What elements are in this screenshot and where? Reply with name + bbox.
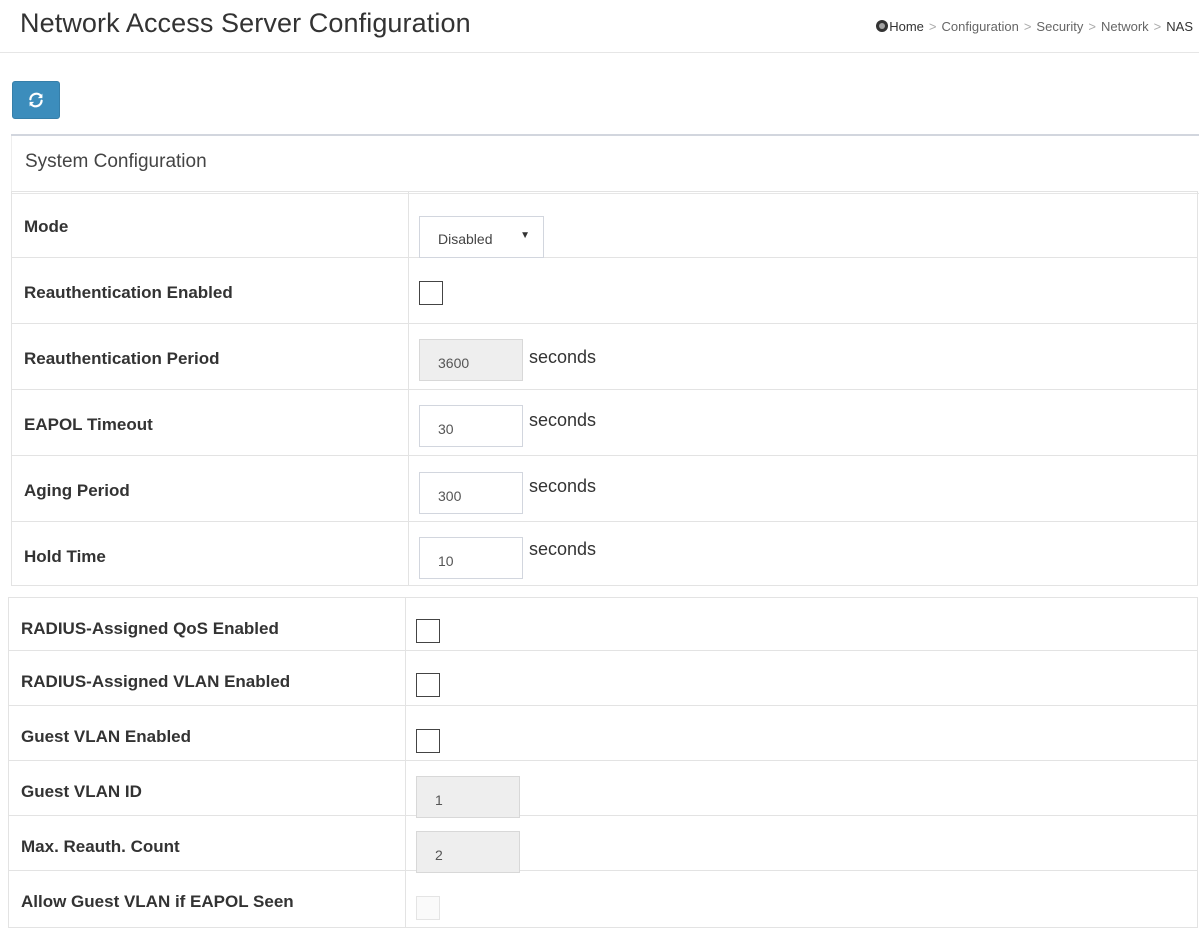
- max-reauth-input: 2: [416, 831, 520, 873]
- reauth-enabled-checkbox[interactable]: [419, 281, 443, 305]
- breadcrumb-separator: >: [1153, 19, 1162, 34]
- breadcrumb-security[interactable]: Security: [1036, 19, 1083, 34]
- guest-vlan-enabled-checkbox[interactable]: [416, 729, 440, 753]
- breadcrumb-separator: >: [1088, 19, 1096, 34]
- reauth-period-label: Reauthentication Period: [24, 349, 220, 368]
- guest-vlan-id-input: 1: [416, 776, 520, 818]
- top-bar: Network Access Server Configuration Home…: [0, 0, 1199, 53]
- chevron-down-icon: ▼: [520, 230, 530, 241]
- hold-time-input[interactable]: 10: [419, 537, 523, 579]
- radius-qos-row: RADIUS-Assigned QoS Enabled: [8, 597, 1198, 651]
- allow-guest-eapol-checkbox: [416, 896, 440, 920]
- guest-vlan-id-label: Guest VLAN ID: [21, 782, 142, 801]
- radius-qos-label: RADIUS-Assigned QoS Enabled: [21, 619, 279, 638]
- reauth-enabled-label: Reauthentication Enabled: [24, 283, 233, 302]
- mode-select-value: Disabled: [438, 231, 493, 247]
- breadcrumb-home[interactable]: Home: [889, 19, 924, 34]
- refresh-icon: [29, 92, 43, 108]
- mode-select[interactable]: Disabled ▼: [419, 216, 544, 258]
- system-config-table: Mode Disabled ▼ Reauthentication Enabled…: [11, 191, 1198, 586]
- radius-qos-checkbox[interactable]: [416, 619, 440, 643]
- breadcrumb-nas: NAS: [1166, 19, 1193, 34]
- aging-period-unit: seconds: [529, 476, 597, 496]
- reauth-enabled-row: Reauthentication Enabled: [11, 257, 1198, 324]
- radius-vlan-row: RADIUS-Assigned VLAN Enabled: [8, 650, 1198, 706]
- reauth-period-unit: seconds: [529, 347, 597, 367]
- breadcrumb-configuration[interactable]: Configuration: [942, 19, 1019, 34]
- allow-guest-eapol-label: Allow Guest VLAN if EAPOL Seen: [21, 892, 294, 911]
- max-reauth-label: Max. Reauth. Count: [21, 837, 180, 856]
- radius-vlan-label: RADIUS-Assigned VLAN Enabled: [21, 672, 291, 691]
- aging-period-row: Aging Period 300 seconds: [11, 455, 1198, 522]
- aging-period-label: Aging Period: [24, 481, 130, 500]
- panel-title: System Configuration: [25, 151, 207, 172]
- eapol-timeout-input[interactable]: 30: [419, 405, 523, 447]
- refresh-button[interactable]: [12, 81, 60, 119]
- guest-vlan-enabled-row: Guest VLAN Enabled: [8, 705, 1198, 761]
- guest-vlan-id-row: Guest VLAN ID 1: [8, 760, 1198, 818]
- eapol-timeout-unit: seconds: [529, 410, 597, 430]
- eapol-timeout-row: EAPOL Timeout 30 seconds: [11, 389, 1198, 456]
- reauth-period-row: Reauthentication Period 3600 seconds: [11, 323, 1198, 390]
- breadcrumb-separator: >: [928, 19, 937, 34]
- aging-period-input[interactable]: 300: [419, 472, 523, 514]
- mode-label: Mode: [24, 217, 69, 236]
- breadcrumb-network[interactable]: Network: [1101, 19, 1149, 34]
- mode-row: Mode Disabled ▼: [11, 191, 1198, 258]
- hold-time-row: Hold Time 10 seconds: [11, 521, 1198, 586]
- breadcrumb-separator: >: [1023, 19, 1032, 34]
- home-icon: [876, 20, 889, 32]
- reauth-period-input: 3600: [419, 339, 523, 381]
- hold-time-unit: seconds: [529, 539, 597, 559]
- page-title: Network Access Server Configuration: [20, 8, 471, 38]
- hold-time-label: Hold Time: [24, 547, 106, 566]
- max-reauth-row: Max. Reauth. Count 2: [8, 815, 1198, 873]
- allow-guest-eapol-row: Allow Guest VLAN if EAPOL Seen: [8, 870, 1198, 928]
- guest-vlan-enabled-label: Guest VLAN Enabled: [21, 727, 192, 746]
- breadcrumb: Home > Configuration > Security > Network > NAS: [876, 19, 1193, 34]
- radius-vlan-checkbox[interactable]: [416, 673, 440, 697]
- radius-guest-table: RADIUS-Assigned QoS Enabled RADIUS-Assig…: [8, 597, 1198, 928]
- eapol-timeout-label: EAPOL Timeout: [24, 415, 153, 434]
- panel-header: System Configuration: [11, 136, 1199, 194]
